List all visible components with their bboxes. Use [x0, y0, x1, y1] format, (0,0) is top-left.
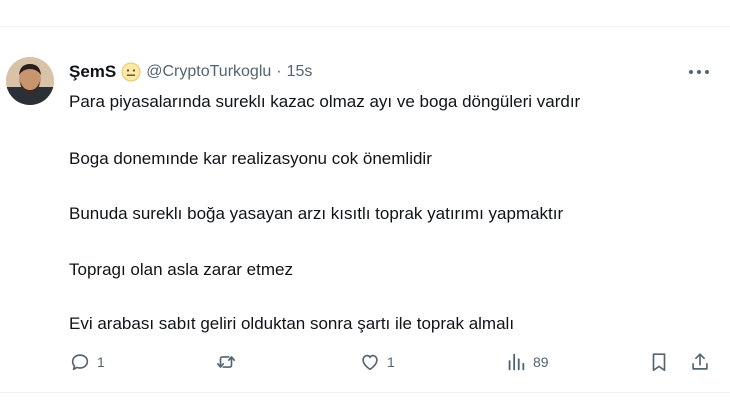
heart-icon	[362, 354, 378, 371]
views-count: 89	[533, 354, 549, 370]
bookmark-button[interactable]	[648, 350, 670, 374]
tweet-text-line: Evi arabası sabıt geliri olduktan sonra …	[69, 314, 515, 333]
bottom-divider	[0, 392, 730, 393]
tweet-text-line: Bunuda sureklı boğa yasayan arzı kısıtlı…	[69, 204, 564, 223]
like-button[interactable]: 1	[359, 350, 395, 374]
user-handle[interactable]: @CryptoTurkoglu	[146, 63, 271, 81]
reply-icon	[71, 354, 89, 371]
reply-count: 1	[97, 354, 105, 370]
more-icon	[689, 70, 693, 74]
retweet-button[interactable]	[215, 350, 243, 374]
views-button[interactable]: 89	[505, 350, 549, 374]
tweet-text-line: Boga donemınde kar realizasyonu cok önem…	[69, 149, 432, 168]
like-count: 1	[387, 354, 395, 370]
retweet-icon	[216, 356, 236, 368]
neutral-face-emoji	[121, 62, 141, 82]
separator-dot: ·	[276, 63, 282, 80]
tweet-timestamp[interactable]: 15s	[287, 63, 313, 81]
avatar[interactable]	[6, 57, 54, 105]
reply-button[interactable]: 1	[69, 350, 105, 374]
tweet-text-line: Para piyasalarında sureklı kazac olmaz a…	[69, 92, 581, 111]
share-icon	[692, 353, 708, 370]
tweet-header: ŞemS @CryptoTurkoglu · 15s	[69, 60, 312, 84]
bookmark-icon	[652, 353, 666, 372]
top-divider	[0, 26, 730, 27]
display-name[interactable]: ŞemS	[69, 62, 116, 82]
tweet-text-line: Topragı olan asla zarar etmez	[69, 260, 293, 279]
more-options-button[interactable]	[686, 62, 712, 82]
views-icon	[508, 353, 525, 371]
share-button[interactable]	[689, 350, 711, 374]
